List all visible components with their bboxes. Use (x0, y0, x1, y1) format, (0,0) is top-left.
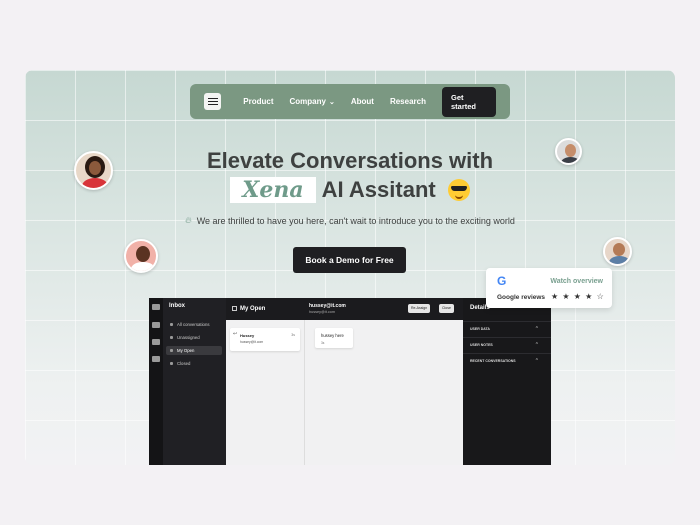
inbox-item-my-open[interactable]: My Open (166, 346, 222, 355)
inbox-sidebar: Inbox All conversations Unassigned My Op… (163, 298, 226, 465)
app-preview: Inbox All conversations Unassigned My Op… (149, 298, 551, 465)
chevron-down-icon: ⌄ (328, 98, 335, 106)
reply-icon: ↩ (233, 331, 238, 337)
home-icon[interactable] (152, 322, 160, 328)
avatar (555, 138, 582, 165)
close-button[interactable]: Close (439, 304, 454, 313)
section-user-data[interactable]: USER DATA ⌃ (463, 321, 551, 335)
conversation-list: ↩ Hussey hussey@it.com 3s (226, 320, 305, 465)
avatar (603, 237, 632, 266)
nav-link-research[interactable]: Research (390, 97, 426, 106)
section-user-notes[interactable]: USER NOTES ⌃ (463, 337, 551, 351)
section-recent-conversations[interactable]: RECENT CONVERSATIONS ⌃ (463, 353, 551, 367)
conversation-time: 3s (291, 333, 295, 337)
hero-headline-line2: Xena AI Assitant (25, 177, 675, 203)
book-demo-button[interactable]: Book a Demo for Free (293, 247, 406, 273)
inbox-item-closed[interactable]: Closed (166, 359, 222, 368)
chat-panel: hussey here 3s (305, 320, 463, 465)
users-icon[interactable] (152, 356, 160, 362)
google-review-card: G Watch overview Google reviews ★ ★ ★ ★ … (486, 268, 612, 308)
inbox-item-unassigned[interactable]: Unassigned (166, 333, 222, 342)
section-label: RECENT CONVERSATIONS (470, 359, 516, 363)
list-item[interactable]: ↩ Hussey hussey@it.com 3s (230, 328, 300, 351)
inbox-title: Inbox (169, 303, 185, 309)
conversation-name: Hussey (240, 333, 255, 338)
nav-link-product[interactable]: Product (243, 97, 273, 106)
star-rating-icon: ★ ★ ★ ★ ☆ (551, 292, 605, 301)
navbar: Product Company ⌄ About Research Get star… (190, 84, 510, 119)
chevron-down-icon: ⌃ (534, 326, 539, 332)
chevron-down-icon: ⌃ (534, 358, 539, 364)
bot-icon[interactable] (152, 304, 160, 310)
hero-subtitle-text: We are thrilled to have you here, can't … (196, 215, 515, 226)
conversation-header: My Open hussey@it.com hussey@it.com Re-A… (226, 298, 463, 320)
brand-name: Xena (230, 177, 316, 203)
flame-icon: 🔥︎ (185, 215, 192, 225)
conversation-email: hussey@it.com (240, 340, 264, 344)
view-title: My Open (240, 306, 266, 312)
hero-subtitle: 🔥︎ We are thrilled to have you here, can… (25, 215, 675, 226)
message-bubble: hussey here 3s (315, 328, 353, 348)
google-logo-icon: G (497, 274, 507, 288)
hero-headline-rest: AI Assitant (321, 177, 436, 202)
avatar (74, 151, 113, 190)
contact-email: hussey@it.com (309, 310, 336, 314)
inbox-icon[interactable] (152, 339, 160, 345)
message-time: 3s (321, 341, 325, 345)
google-reviews-label: Google reviews (497, 294, 546, 301)
nav-link-about[interactable]: About (351, 97, 374, 106)
nav-link-company-label: Company (289, 97, 326, 106)
contact-name: hussey@it.com (309, 303, 346, 309)
details-panel: Details USER DATA ⌃ USER NOTES ⌃ RECENT CO… (463, 298, 551, 465)
chevron-down-icon: ⌃ (534, 342, 539, 348)
section-label: USER NOTES (470, 343, 493, 347)
get-started-button[interactable]: Get started (441, 86, 496, 117)
nav-link-company[interactable]: Company ⌄ (290, 97, 335, 106)
menu-logo-icon[interactable] (204, 93, 222, 110)
reassign-button[interactable]: Re-Assign (408, 304, 431, 313)
avatar (124, 239, 158, 273)
section-label: USER DATA (470, 327, 490, 331)
inbox-item-all[interactable]: All conversations (166, 320, 222, 329)
sunglasses-emoji-icon (447, 179, 470, 201)
message-text: hussey here (321, 333, 344, 338)
panel-icon (232, 306, 237, 311)
watch-overview-link[interactable]: Watch overview (550, 278, 603, 285)
app-icon-rail (149, 298, 163, 465)
